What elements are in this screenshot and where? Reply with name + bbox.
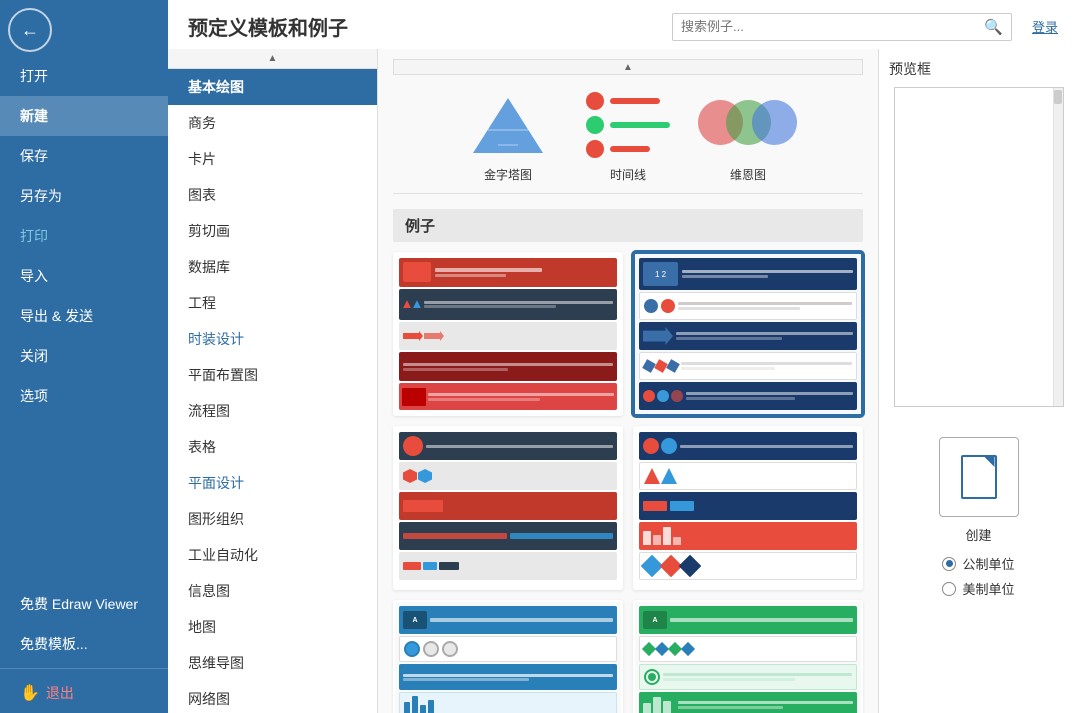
cat-item-infographic[interactable]: 信息图 xyxy=(168,573,377,609)
sidebar-item-close[interactable]: 关闭 xyxy=(0,336,168,376)
sidebar-item-import[interactable]: 导入 xyxy=(0,256,168,296)
login-link[interactable]: 登录 xyxy=(1032,17,1058,36)
cat-item-chart[interactable]: 图表 xyxy=(168,177,377,213)
create-label: 创建 xyxy=(965,525,991,544)
examples-grid: 1 2 xyxy=(393,252,863,713)
search-icon[interactable]: 🔍 xyxy=(984,18,1003,36)
cat-item-flowchart[interactable]: 流程图 xyxy=(168,393,377,429)
category-list: ▲ 基本绘图 商务 卡片 图表 剪切画 数据库 工程 时装设计 xyxy=(168,49,378,713)
category-scroll-up[interactable]: ▲ xyxy=(168,49,377,69)
radio-public-unit[interactable]: 公制单位 xyxy=(942,554,1014,573)
preview-box xyxy=(894,87,1064,407)
sidebar-item-template[interactable]: 免费模板... xyxy=(0,624,168,664)
example-preview-3 xyxy=(395,428,621,588)
cat-item-mindmap[interactable]: 思维导图 xyxy=(168,645,377,681)
timeline-preview xyxy=(578,90,678,160)
sidebar-item-save[interactable]: 保存 xyxy=(0,136,168,176)
example-preview-4 xyxy=(635,428,861,588)
template-venn[interactable]: 维恩图 xyxy=(698,90,798,183)
sidebar-item-export[interactable]: 导出 & 发送 xyxy=(0,296,168,336)
pyramid-preview xyxy=(458,90,558,160)
cat-item-floorplan[interactable]: 平面布置图 xyxy=(168,357,377,393)
cat-item-basic[interactable]: 基本绘图 xyxy=(168,69,377,105)
gallery-scroll-up[interactable]: ▲ xyxy=(393,59,863,75)
create-button[interactable] xyxy=(939,437,1019,517)
sidebar: ← 打开 新建 保存 另存为 打印 导入 导出 & 发送 关闭 选项 免费 Ed… xyxy=(0,0,168,713)
examples-header: 例子 xyxy=(393,209,863,242)
cat-item-database[interactable]: 数据库 xyxy=(168,249,377,285)
template-timeline[interactable]: 时间线 xyxy=(578,90,678,183)
venn-preview xyxy=(698,90,798,160)
cat-item-business[interactable]: 商务 xyxy=(168,105,377,141)
sidebar-item-new[interactable]: 新建 xyxy=(0,96,168,136)
example-item-4[interactable] xyxy=(633,426,863,590)
example-item-6[interactable]: A xyxy=(633,600,863,713)
cat-item-map[interactable]: 地图 xyxy=(168,609,377,645)
cat-item-network[interactable]: 网络图 xyxy=(168,681,377,713)
template-pyramid[interactable]: 金字塔图 xyxy=(458,90,558,183)
example-item-5[interactable]: A xyxy=(393,600,623,713)
cat-item-orgshape[interactable]: 图形组织 xyxy=(168,501,377,537)
top-templates-row: 金字塔图 xyxy=(393,80,863,194)
unit-radio-group: 公制单位 美制单位 xyxy=(942,554,1014,598)
preview-label: 预览框 xyxy=(889,59,931,79)
example-item-1[interactable] xyxy=(393,252,623,416)
cat-item-table[interactable]: 表格 xyxy=(168,429,377,465)
back-button[interactable]: ← xyxy=(8,8,52,52)
sidebar-item-open[interactable]: 打开 xyxy=(0,56,168,96)
cat-item-clipart[interactable]: 剪切画 xyxy=(168,213,377,249)
sidebar-item-print[interactable]: 打印 xyxy=(0,216,168,256)
main-area: 预定义模板和例子 🔍 登录 ▲ 基本绘图 商务 卡片 图表 xyxy=(168,0,1078,713)
preview-pane: 预览框 创建 公制单位 xyxy=(878,49,1078,713)
example-preview-6: A xyxy=(635,602,861,713)
example-item-3[interactable] xyxy=(393,426,623,590)
preview-scroll-thumb[interactable] xyxy=(1054,90,1062,104)
sidebar-item-options[interactable]: 选项 xyxy=(0,376,168,416)
sidebar-item-viewer[interactable]: 免费 Edraw Viewer xyxy=(0,584,168,624)
search-input[interactable] xyxy=(681,19,984,34)
sidebar-item-saveas[interactable]: 另存为 xyxy=(0,176,168,216)
sidebar-divider xyxy=(0,668,168,669)
example-item-2[interactable]: 1 2 xyxy=(633,252,863,416)
example-preview-2: 1 2 xyxy=(635,254,861,414)
content-area: ▲ 基本绘图 商务 卡片 图表 剪切画 数据库 工程 时装设计 xyxy=(168,49,1078,713)
cat-item-card[interactable]: 卡片 xyxy=(168,141,377,177)
radio-circle-us xyxy=(942,582,956,596)
example-preview-5: A xyxy=(395,602,621,713)
page-title: 预定义模板和例子 xyxy=(188,12,348,41)
example-preview-1 xyxy=(395,254,621,414)
exit-icon: ✋ xyxy=(20,683,40,703)
sidebar-item-exit[interactable]: ✋ 退出 xyxy=(0,673,168,713)
document-icon xyxy=(961,455,997,499)
cat-item-fashion[interactable]: 时装设计 xyxy=(168,321,377,357)
search-bar: 🔍 xyxy=(672,13,1012,41)
cat-item-engineering[interactable]: 工程 xyxy=(168,285,377,321)
cat-item-industrial[interactable]: 工业自动化 xyxy=(168,537,377,573)
template-gallery: ▲ 金字塔图 xyxy=(378,49,878,713)
create-button-area: 创建 xyxy=(939,437,1019,544)
page-header: 预定义模板和例子 🔍 登录 xyxy=(168,0,1078,49)
cat-item-flatdesign[interactable]: 平面设计 xyxy=(168,465,377,501)
radio-circle-public xyxy=(942,557,956,571)
radio-us-unit[interactable]: 美制单位 xyxy=(942,579,1014,598)
